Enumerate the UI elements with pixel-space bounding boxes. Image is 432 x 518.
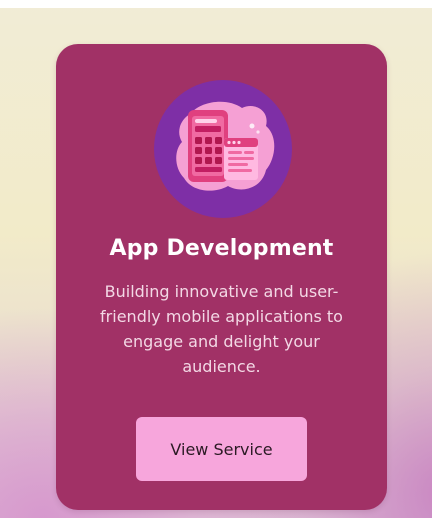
card-title: App Development [109, 236, 334, 261]
app-development-icon [154, 80, 292, 218]
phone-app-illustration-icon [176, 101, 275, 191]
card-description: Building innovative and user-friendly mo… [100, 282, 343, 376]
page-top-strip [0, 0, 432, 8]
service-card: App Development Building innovative and … [56, 44, 387, 510]
view-service-button[interactable]: View Service [136, 417, 307, 481]
